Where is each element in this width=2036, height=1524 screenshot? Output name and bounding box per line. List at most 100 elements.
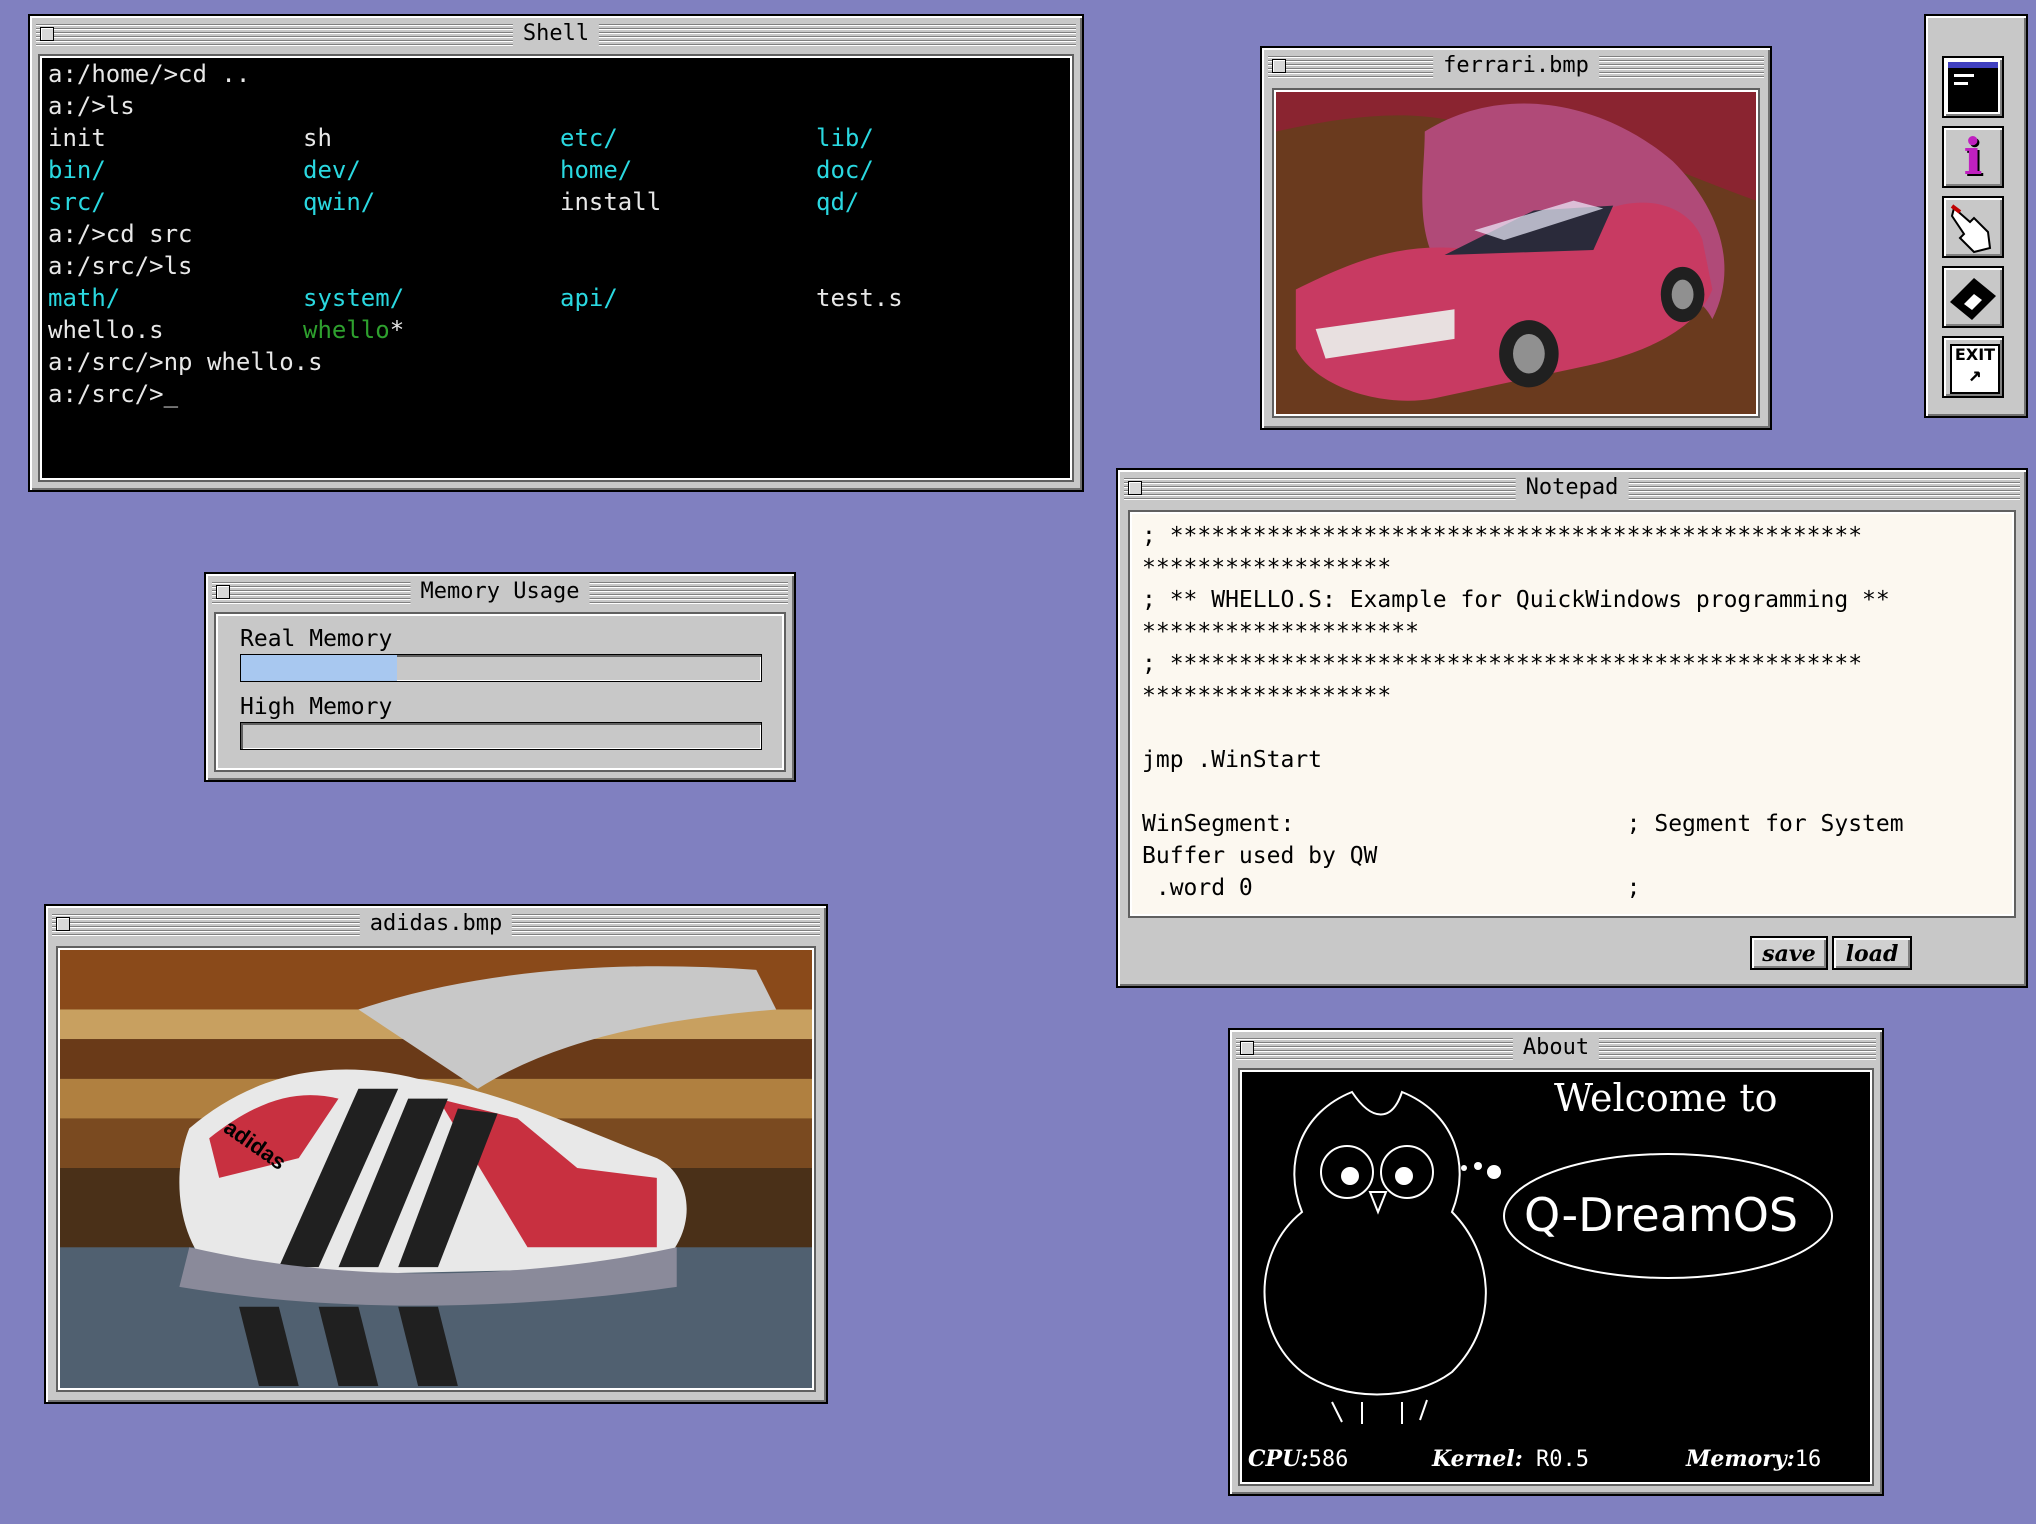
exit-glyph: EXIT ↗ [1950, 344, 2000, 394]
close-icon[interactable] [216, 585, 230, 599]
code-line: ****************** [1142, 555, 1392, 581]
directory-entry: qd/ [816, 188, 860, 216]
directory-entry: init [48, 124, 106, 152]
about-panel: Welcome to Q-DreamOS CPU:586 Kernel: R0.… [1238, 1068, 1874, 1486]
terminal-line: a:/src/>np whello.s [48, 346, 1064, 378]
memory-usage-window[interactable]: Memory Usage Real Memory High Memory [204, 572, 796, 782]
cpu-label: CPU: [1248, 1446, 1309, 1472]
code-line: Buffer used by QW [1142, 843, 1378, 869]
window-title: Memory Usage [410, 580, 590, 604]
adidas-window[interactable]: adidas.bmp adidas [44, 904, 828, 1404]
close-icon[interactable] [1272, 59, 1286, 73]
ferrari-window[interactable]: ferrari.bmp [1260, 46, 1772, 430]
welcome-text: Welcome to [1554, 1076, 1778, 1120]
arrow-icon: ↗ [1968, 362, 1982, 387]
owl-illustration [1263, 1090, 1833, 1424]
terminal-line: a:/>ls [48, 90, 1064, 122]
terminal-text: a:/>cd src [48, 220, 193, 248]
close-icon[interactable] [1128, 481, 1142, 495]
system-info-bar: CPU:586 Kernel: R0.5 Memory:16 [1248, 1442, 1864, 1476]
window-title: Shell [512, 22, 600, 46]
high-memory-bar [240, 722, 762, 750]
code-line: ; **************************************… [1142, 651, 1863, 677]
window-title: adidas.bmp [359, 912, 513, 936]
directory-entry: sh [303, 124, 332, 152]
launcher-toolbar: i EXIT ↗ [1924, 14, 2028, 418]
hand-pointer-icon[interactable] [1942, 196, 2004, 258]
directory-entry: home/ [560, 156, 633, 184]
directory-entry: whello* [303, 314, 560, 346]
load-button[interactable]: load [1832, 936, 1912, 970]
ferrari-picture [1276, 92, 1756, 414]
memory-titlebar[interactable]: Memory Usage [212, 580, 788, 604]
directory-entry: math/ [48, 284, 121, 312]
terminal-line: a:/src/>ls [48, 250, 1064, 282]
info-glyph: i [1963, 127, 1983, 186]
directory-entry: etc/ [560, 124, 618, 152]
close-icon[interactable] [56, 917, 70, 931]
memory-chip-icon[interactable] [1942, 266, 2004, 328]
directory-entry: install [560, 188, 662, 216]
window-title: About [1512, 1036, 1600, 1060]
adidas-titlebar[interactable]: adidas.bmp [52, 912, 820, 936]
kernel-value: R0.5 [1535, 1447, 1589, 1472]
save-button[interactable]: save [1750, 936, 1828, 970]
terminal-line: whello.s whello* [48, 314, 1064, 346]
about-titlebar[interactable]: About [1236, 1036, 1876, 1060]
terminal-line: a:/src/>_ [48, 378, 1064, 410]
notepad-titlebar[interactable]: Notepad [1124, 476, 2020, 500]
terminal-line: bin/dev/home/doc/ [48, 154, 1064, 186]
code-line: jmp .WinStart [1142, 747, 1323, 773]
code-line: ****************** [1142, 683, 1392, 709]
directory-entry: test.s [816, 284, 903, 312]
code-line: WinSegment: ; Segment for System [1142, 811, 1904, 837]
terminal-output[interactable]: a:/home/>cd .. a:/>ls init sh etc/lib/bin/de… [38, 54, 1074, 482]
real-memory-bar [240, 654, 762, 682]
adidas-picture [60, 950, 812, 1388]
directory-entry: bin/ [48, 156, 106, 184]
real-memory-fill [241, 655, 397, 681]
window-title: ferrari.bmp [1433, 54, 1599, 78]
notepad-window[interactable]: Notepad ; ******************************… [1116, 468, 2028, 988]
terminal-text: a:/src/>np whello.s [48, 348, 323, 376]
close-icon[interactable] [40, 27, 54, 41]
directory-entry: lib/ [816, 124, 874, 152]
directory-entry: whello.s [48, 316, 164, 344]
notepad-editor[interactable]: ; **************************************… [1128, 510, 2016, 918]
window-title: Notepad [1515, 476, 1629, 500]
close-icon[interactable] [1240, 1041, 1254, 1055]
code-line: ; ** WHELLO.S: Example for QuickWindows … [1142, 587, 1890, 613]
directory-entry: doc/ [816, 156, 874, 184]
terminal-line: a:/home/>cd .. [48, 58, 1064, 90]
executable-name: whello [303, 316, 390, 344]
directory-entry [560, 314, 816, 346]
about-window[interactable]: About Welcome to Q-DreamOS CPU:586 Kerne… [1228, 1028, 1884, 1496]
memory-label: Memory: [1686, 1446, 1795, 1472]
ferrari-image [1272, 88, 1760, 418]
kernel-label: Kernel: [1432, 1446, 1523, 1472]
shell-window[interactable]: Shell a:/home/>cd .. a:/>ls init sh etc/lib/… [28, 14, 1084, 492]
shell-titlebar[interactable]: Shell [36, 22, 1076, 46]
shell-glyph [1948, 62, 1998, 112]
ferrari-titlebar[interactable]: ferrari.bmp [1268, 54, 1764, 78]
terminal-line: src/qwin/install qd/ [48, 186, 1064, 218]
executable-marker: * [389, 316, 405, 344]
high-memory-label: High Memory [240, 694, 393, 720]
terminal-text: a:/home/>cd .. [48, 60, 251, 88]
terminal-line: a:/>cd src [48, 218, 1064, 250]
shell-icon[interactable] [1942, 56, 2004, 118]
code-line: ; **************************************… [1142, 523, 1863, 549]
directory-entry: src/ [48, 188, 106, 216]
exit-icon[interactable]: EXIT ↗ [1942, 336, 2004, 398]
info-icon[interactable]: i [1942, 126, 2004, 188]
terminal-text: a:/src/>_ [48, 380, 179, 408]
terminal-line: init sh etc/lib/ [48, 122, 1064, 154]
terminal-text: a:/src/>ls [48, 252, 193, 280]
code-line: .word 0 ; [1142, 875, 1641, 901]
real-memory-label: Real Memory [240, 626, 393, 652]
code-line: ******************** [1142, 619, 1419, 645]
directory-entry: system/ [303, 284, 405, 312]
directory-entry: api/ [560, 284, 618, 312]
